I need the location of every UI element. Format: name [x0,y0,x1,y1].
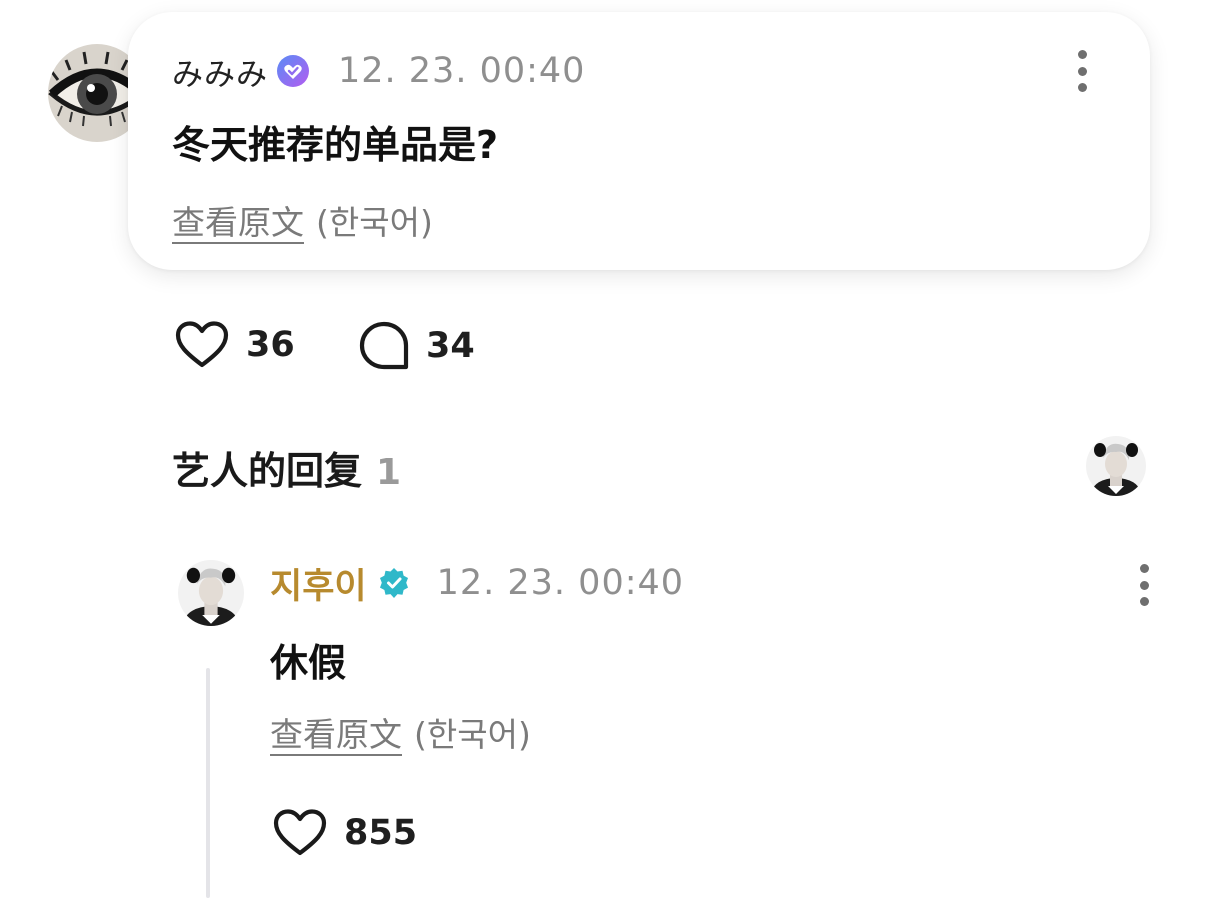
post-more-menu-icon[interactable] [1066,50,1098,92]
artist-replies-heading: 艺人的回复 1 [172,440,401,495]
reply-timestamp: 12. 23. 00:40 [436,563,685,603]
post-comment-button[interactable]: 34 [358,320,475,372]
post-detail-page: みみみ 12. 23. 00:40 冬天推荐的单品是? 查看原文 (한국어) 3… [0,0,1206,898]
speech-bubble-icon [359,321,409,370]
post-view-original-link[interactable]: 查看原文 [172,196,304,244]
post-like-button[interactable]: 36 [174,320,295,370]
post-body-text: 冬天推荐的单品是? [172,123,499,167]
heart-outline-icon [175,321,229,368]
heart-outline-icon [273,809,327,856]
artist-avatar-image [1086,436,1146,496]
menu-dot [1139,564,1149,573]
post-comment-count: 34 [426,326,475,366]
menu-dot [1139,597,1149,606]
post-timestamp: 12. 23. 00:40 [338,51,586,91]
post-author-name[interactable]: みみみ [172,49,268,94]
reply-author-avatar[interactable] [178,560,244,626]
artist-replies-title: 艺人的回复 [172,449,363,493]
post-original-language: (한국어) [316,203,433,242]
post-translate-row: 查看原文 (한국어) [172,196,433,244]
reply-header: 지후이 12. 23. 00:40 [270,558,685,609]
reply-more-menu-icon[interactable] [1128,564,1160,606]
reply-thread-line [206,668,210,898]
verified-badge-icon [276,54,310,88]
reply-body-text: 休假 [270,641,347,685]
reply-view-original-link[interactable]: 查看原文 [270,708,402,756]
reply-author-name[interactable]: 지후이 [270,558,367,609]
post-like-count: 36 [246,325,295,365]
reply-like-count: 855 [344,813,418,853]
menu-dot [1077,50,1087,59]
artist-avatar-small[interactable] [1086,436,1146,496]
menu-dot [1139,580,1149,590]
post-header: みみみ 12. 23. 00:40 [172,48,585,94]
verified-badge-icon [377,566,411,600]
menu-dot [1077,83,1087,92]
reply-like-button[interactable]: 855 [272,808,417,858]
reply-original-language: (한국어) [414,715,531,754]
menu-dot [1077,66,1087,76]
artist-avatar-image [178,560,244,626]
reply-translate-row: 查看原文 (한국어) [270,708,531,756]
artist-replies-count: 1 [376,452,402,493]
